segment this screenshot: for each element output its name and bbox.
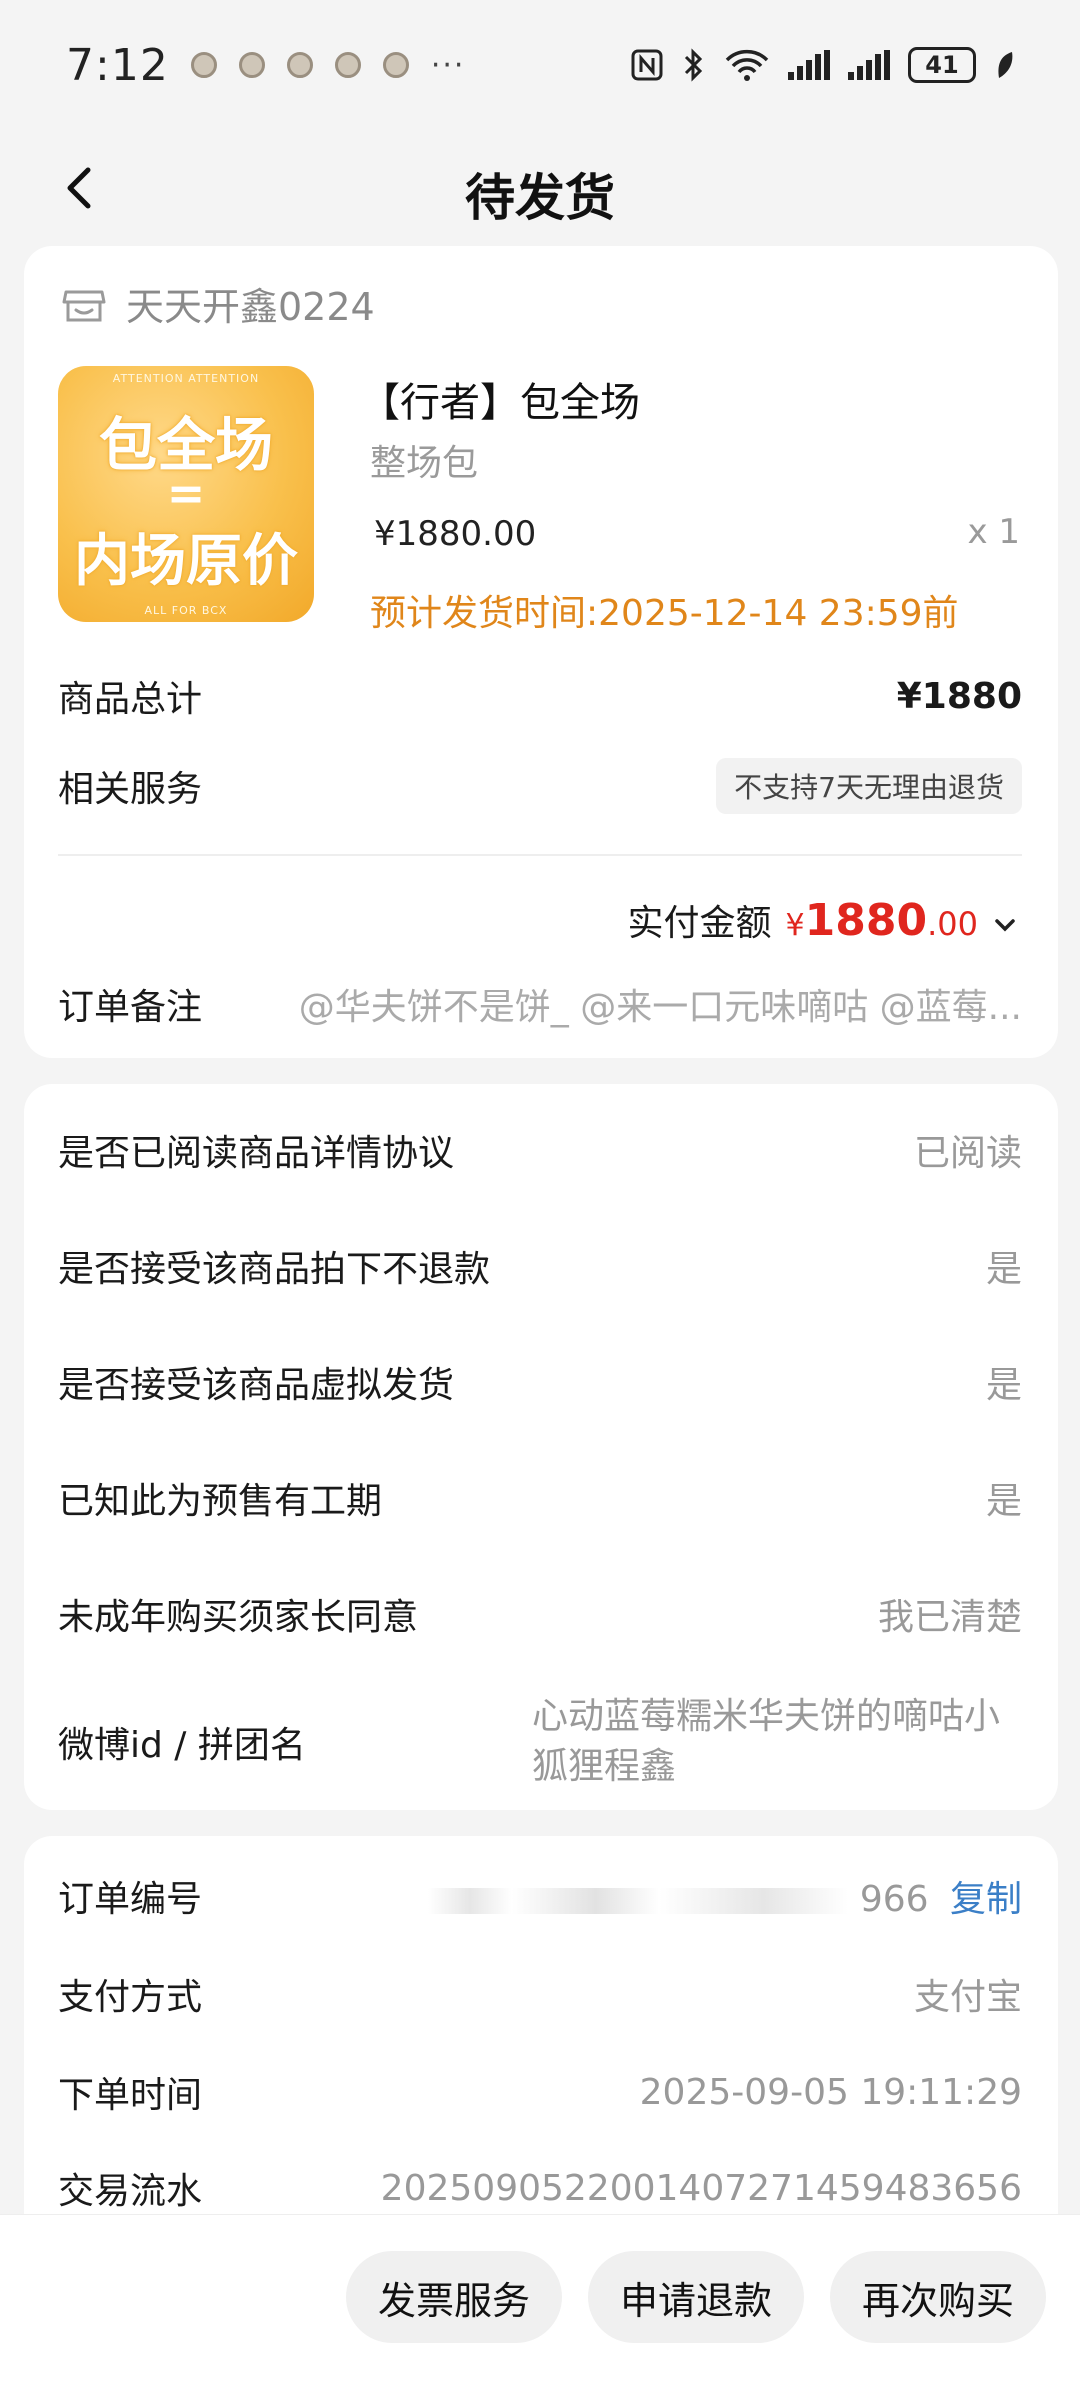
- agreement-label: 是否接受该商品拍下不退款: [58, 1249, 491, 1290]
- product-image-caption-bottom: ALL FOR BCX: [144, 604, 228, 617]
- bottom-action-bar: 发票服务 申请退款 再次购买: [0, 2214, 1080, 2381]
- service-row: 相关服务 不支持7天无理由退货: [58, 756, 1022, 816]
- shop-name: 天天开鑫0224: [126, 285, 375, 329]
- paid-amount-row[interactable]: 实付金额 ¥1880.00: [628, 894, 1018, 946]
- product-sku: 整场包: [370, 443, 479, 484]
- agreement-label: 未成年购买须家长同意: [58, 1597, 419, 1638]
- list-item: 是否已阅读商品详情协议 已阅读: [58, 1120, 1022, 1180]
- transaction-label: 交易流水: [58, 2171, 203, 2212]
- payment-method-label: 支付方式: [58, 1977, 203, 2018]
- signal-icon: [788, 50, 830, 80]
- goods-total-label: 商品总计: [58, 679, 203, 720]
- agreement-label: 微博id / 拼团名: [58, 1725, 306, 1766]
- goods-total-value: ¥1880: [896, 675, 1022, 717]
- product-image[interactable]: ATTENTION ATTENTION 包全场 = 内场原价 ALL FOR B…: [58, 366, 314, 622]
- list-item: 是否接受该商品虚拟发货 是: [58, 1352, 1022, 1412]
- order-note-value: @华夫饼不是饼_ @来一口元味嘀咕 @蓝莓...: [298, 987, 1022, 1028]
- agreement-label: 是否接受该商品虚拟发货: [58, 1365, 455, 1406]
- bluetooth-icon: [684, 48, 703, 82]
- order-number-label: 订单编号: [58, 1879, 203, 1920]
- shop-icon: [62, 290, 106, 321]
- agreement-value: 已阅读: [913, 1133, 1022, 1174]
- agreement-label: 是否已阅读商品详情协议: [58, 1133, 455, 1174]
- divider: [58, 854, 1022, 856]
- signal-icon: [848, 50, 890, 80]
- nfc-icon: [631, 49, 663, 81]
- order-number-masked: [428, 1888, 849, 1914]
- agreement-value: 是: [985, 1249, 1022, 1290]
- status-bar: 7:12 ··· 41: [0, 0, 1080, 130]
- order-number-row: 订单编号 966 复制: [58, 1866, 1022, 1926]
- agreement-label: 已知此为预售有工期: [58, 1481, 383, 1522]
- order-time-row: 下单时间 2025-09-05 19:11:29: [58, 2062, 1022, 2122]
- goods-total-row: 商品总计 ¥1880: [58, 666, 1022, 726]
- order-note-row[interactable]: 订单备注 @华夫饼不是饼_ @来一口元味嘀咕 @蓝莓...: [58, 974, 1022, 1034]
- order-product-card: 天天开鑫0224 ATTENTION ATTENTION 包全场 = 内场原价 …: [24, 246, 1058, 1058]
- agreement-value: 是: [985, 1481, 1022, 1522]
- transaction-row: 交易流水 2025090522001407271459483656: [58, 2158, 1022, 2218]
- agreement-value: 心动蓝莓糯米华夫饼的嘀咕小狐狸程鑫: [532, 1696, 1001, 1787]
- paid-label: 实付金额: [627, 903, 772, 944]
- list-item: 未成年购买须家长同意 我已清楚: [58, 1584, 1022, 1644]
- notification-icon: [238, 52, 265, 78]
- ship-eta: 预计发货时间:2025-12-14 23:59前: [370, 593, 959, 634]
- agreement-value: 是: [985, 1365, 1022, 1406]
- product-price: ¥1880.00: [374, 514, 537, 554]
- notification-icon: [334, 52, 361, 78]
- paid-decimal: .00: [927, 905, 978, 943]
- order-number-suffix: 966: [859, 1879, 929, 1920]
- status-time: 7:12: [66, 39, 169, 91]
- shop-row[interactable]: 天天开鑫0224: [58, 276, 375, 331]
- list-item: 微博id / 拼团名 心动蓝莓糯米华夫饼的嘀咕小狐狸程鑫: [58, 1692, 1022, 1792]
- paid-currency: ¥: [785, 908, 805, 943]
- copy-button[interactable]: 复制: [950, 1879, 1022, 1920]
- service-label: 相关服务: [58, 769, 203, 810]
- order-note-label: 订单备注: [58, 987, 203, 1028]
- order-time-label: 下单时间: [58, 2075, 203, 2116]
- payment-method-row: 支付方式 支付宝: [58, 1964, 1022, 2024]
- invoice-service-button[interactable]: 发票服务: [346, 2251, 562, 2343]
- service-tag: 不支持7天无理由退货: [716, 758, 1022, 814]
- agreement-value: 我已清楚: [877, 1597, 1022, 1638]
- leaf-icon: [998, 52, 1013, 78]
- agreements-card: 是否已阅读商品详情协议 已阅读 是否接受该商品拍下不退款 是 是否接受该商品虚拟…: [24, 1084, 1058, 1810]
- product-image-caption-top: ATTENTION ATTENTION: [112, 372, 260, 385]
- page-header: 待发货: [0, 140, 1080, 240]
- list-item: 已知此为预售有工期 是: [58, 1468, 1022, 1528]
- more-notifications-icon: ···: [430, 47, 466, 83]
- transaction-value: 2025090522001407271459483656: [380, 2167, 1022, 2209]
- order-info-card: 订单编号 966 复制 支付方式 支付宝 下单时间 2025-09-05 19:…: [24, 1836, 1058, 2276]
- notification-icon: [286, 52, 313, 78]
- notification-icon: [190, 52, 217, 78]
- chevron-down-icon[interactable]: [992, 915, 1018, 935]
- product-image-text-3: 内场原价: [74, 529, 298, 594]
- apply-refund-button[interactable]: 申请退款: [588, 2251, 804, 2343]
- product-title[interactable]: 【行者】包全场: [360, 370, 640, 428]
- order-time-value: 2025-09-05 19:11:29: [639, 2071, 1022, 2113]
- paid-amount: 1880: [804, 895, 928, 946]
- wifi-icon: [725, 49, 769, 81]
- battery-icon: 41: [908, 47, 976, 83]
- payment-method-value: 支付宝: [913, 1977, 1022, 2018]
- notification-icon: [382, 52, 409, 78]
- product-image-text-2: =: [166, 466, 206, 520]
- buy-again-button[interactable]: 再次购买: [830, 2251, 1046, 2343]
- list-item: 是否接受该商品拍下不退款 是: [58, 1236, 1022, 1296]
- product-quantity: x 1: [967, 512, 1020, 552]
- page-title: 待发货: [465, 169, 615, 227]
